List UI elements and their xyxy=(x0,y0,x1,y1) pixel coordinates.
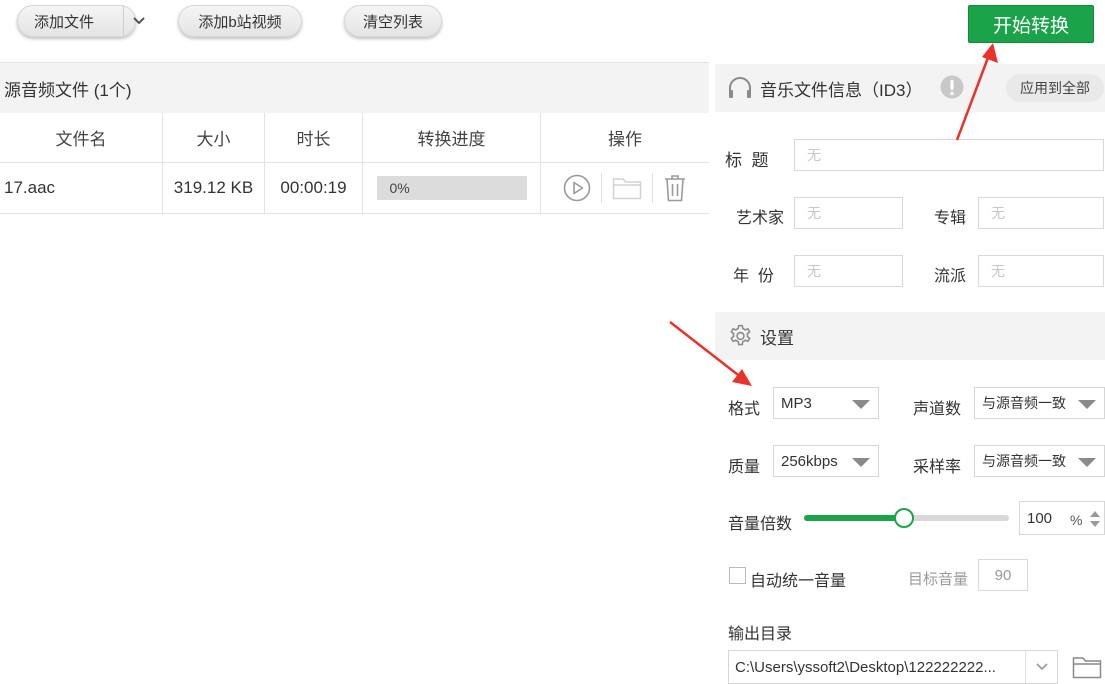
quality-value: 256kbps xyxy=(781,452,838,470)
volume-slider-thumb[interactable] xyxy=(894,508,915,528)
clear-list-button[interactable]: 清空列表 xyxy=(344,5,442,37)
open-folder-icon[interactable] xyxy=(612,176,642,200)
column-label: 操作 xyxy=(608,130,642,149)
start-conversion-button[interactable]: 开始转换 xyxy=(968,5,1094,43)
browse-folder-icon[interactable] xyxy=(1072,655,1102,679)
quality-label: 质量 xyxy=(728,459,761,476)
settings-title: 设置 xyxy=(760,328,794,348)
trash-icon[interactable] xyxy=(663,174,687,202)
column-header-duration: 时长 xyxy=(265,113,363,162)
channels-select[interactable]: 与源音频一致 xyxy=(974,387,1105,419)
add-file-button[interactable]: 添加文件 xyxy=(17,5,145,37)
file-name: 17.aac xyxy=(4,178,56,197)
add-bilibili-video-button[interactable]: 添加b站视频 xyxy=(178,5,302,37)
file-table-header: 文件名 大小 时长 转换进度 操作 xyxy=(0,113,709,163)
id3-title: 音乐文件信息（ID3） xyxy=(760,80,923,100)
volume-label: 音量倍数 xyxy=(728,516,793,533)
album-label: 专辑 xyxy=(934,210,967,227)
file-size: 319.12 KB xyxy=(173,178,254,197)
column-label: 转换进度 xyxy=(417,130,486,149)
volume-slider-fill xyxy=(804,515,905,521)
file-name-cell: 17.aac xyxy=(0,163,163,213)
target-volume-label: 目标音量 xyxy=(908,571,969,588)
start-conversion-label: 开始转换 xyxy=(992,15,1069,37)
add-file-dropdown-toggle[interactable] xyxy=(123,6,153,36)
volume-spinbox[interactable]: 100 % xyxy=(1019,501,1105,535)
artist-placeholder: 无 xyxy=(807,205,821,221)
chevron-down-icon xyxy=(132,17,145,25)
channels-label: 声道数 xyxy=(913,401,962,418)
sample-rate-value: 与源音频一致 xyxy=(982,453,1066,469)
year-field[interactable]: 无 xyxy=(794,255,903,287)
year-placeholder: 无 xyxy=(807,263,821,279)
output-dir-dropdown[interactable] xyxy=(1025,651,1057,683)
target-volume-field[interactable]: 90 xyxy=(978,559,1028,591)
file-list-title: 源音频文件 (1个) xyxy=(4,80,132,100)
action-divider xyxy=(601,173,602,203)
output-dir-value: C:\Users\yssoft2\Desktop\122222222... xyxy=(735,659,996,676)
output-dir-label: 输出目录 xyxy=(728,626,793,643)
dropdown-arrow-icon xyxy=(1078,400,1096,409)
title-field[interactable]: 无 xyxy=(794,139,1104,171)
artist-label: 艺术家 xyxy=(736,210,785,227)
artist-field[interactable]: 无 xyxy=(794,197,903,229)
column-label: 文件名 xyxy=(55,130,107,149)
action-divider xyxy=(652,173,653,203)
sample-rate-label: 采样率 xyxy=(913,459,962,476)
column-header-size: 大小 xyxy=(163,113,265,162)
album-placeholder: 无 xyxy=(991,205,1005,221)
add-bilibili-label: 添加b站视频 xyxy=(198,13,282,31)
format-value: MP3 xyxy=(781,394,812,412)
info-warning-icon[interactable] xyxy=(940,75,964,99)
sample-rate-select[interactable]: 与源音频一致 xyxy=(974,445,1105,477)
title-placeholder: 无 xyxy=(807,147,821,163)
headphones-icon xyxy=(729,77,751,98)
column-header-filename: 文件名 xyxy=(0,113,163,162)
file-duration-cell: 00:00:19 xyxy=(265,163,363,213)
progress-text: 0% xyxy=(389,180,410,196)
chevron-down-icon xyxy=(1035,663,1048,671)
spin-arrows-icon[interactable] xyxy=(1088,508,1102,530)
file-list-header: 源音频文件 (1个) xyxy=(0,63,709,113)
volume-unit: % xyxy=(1070,512,1083,528)
auto-volume-checkbox[interactable] xyxy=(729,567,746,584)
gear-icon xyxy=(730,324,751,346)
genre-label: 流派 xyxy=(934,268,967,285)
dropdown-arrow-icon xyxy=(852,400,870,409)
dropdown-arrow-icon xyxy=(852,458,870,467)
format-select[interactable]: MP3 xyxy=(773,387,879,419)
album-field[interactable]: 无 xyxy=(978,197,1104,229)
quality-select[interactable]: 256kbps xyxy=(773,445,879,477)
file-duration: 00:00:19 xyxy=(280,178,347,197)
auto-volume-label: 自动统一音量 xyxy=(750,573,847,590)
format-label: 格式 xyxy=(728,401,761,418)
dropdown-arrow-icon xyxy=(1078,458,1096,467)
genre-placeholder: 无 xyxy=(991,263,1005,279)
progress-bar: 0% xyxy=(376,176,527,200)
file-size-cell: 319.12 KB xyxy=(163,163,265,213)
column-label: 大小 xyxy=(196,130,231,149)
add-file-label: 添加文件 xyxy=(34,13,95,31)
apply-to-all-button[interactable]: 应用到全部 xyxy=(1006,74,1104,102)
column-label: 时长 xyxy=(296,130,331,149)
volume-value: 100 xyxy=(1027,510,1053,527)
settings-section-header: 设置 xyxy=(715,312,1105,360)
table-row[interactable]: 17.aac 319.12 KB 00:00:19 0% xyxy=(0,163,709,214)
column-header-actions: 操作 xyxy=(541,113,709,162)
year-label: 年 份 xyxy=(733,268,774,285)
title-label: 标 题 xyxy=(725,151,769,170)
play-icon[interactable] xyxy=(563,174,591,202)
file-progress-cell: 0% xyxy=(363,163,541,213)
file-actions-cell xyxy=(541,163,709,213)
column-header-progress: 转换进度 xyxy=(363,113,541,162)
apply-to-all-label: 应用到全部 xyxy=(1020,80,1090,96)
channels-value: 与源音频一致 xyxy=(982,395,1066,411)
target-volume-value: 90 xyxy=(994,566,1012,584)
volume-slider[interactable] xyxy=(804,508,1009,528)
genre-field[interactable]: 无 xyxy=(978,255,1104,287)
output-dir-field[interactable]: C:\Users\yssoft2\Desktop\122222222... xyxy=(728,650,1058,684)
clear-list-label: 清空列表 xyxy=(362,13,423,31)
